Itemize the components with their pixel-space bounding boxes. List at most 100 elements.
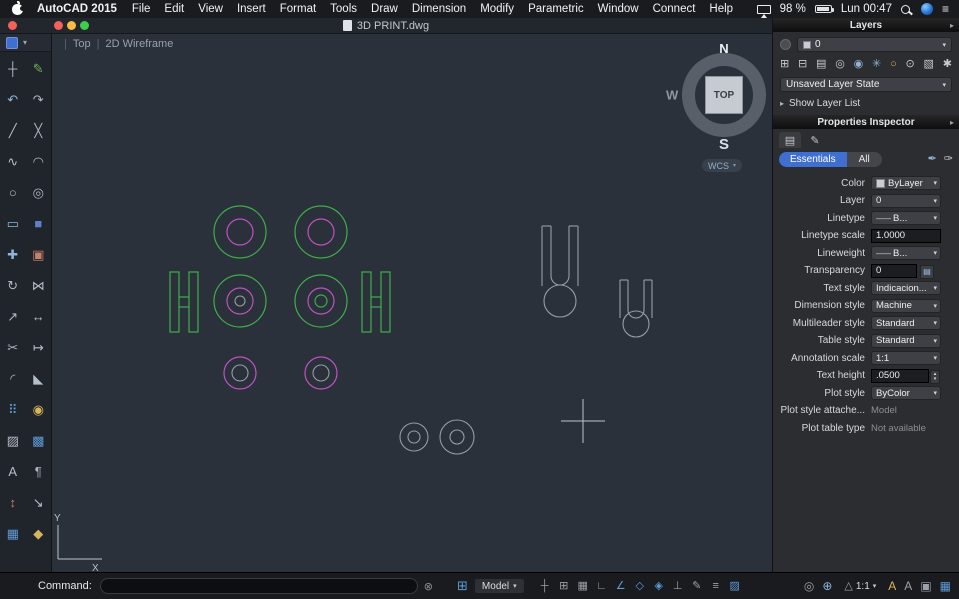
property-value-control[interactable]: 0 ▾ ▤ ▴▾ (871, 263, 934, 279)
hatch-tool-icon[interactable]: ▨ (3, 430, 23, 450)
menu-item[interactable]: Tools (323, 3, 364, 15)
spline-tool-icon[interactable]: ◠ (28, 151, 48, 171)
property-value-control[interactable]: Model ▾ ▤ ▴▾ (871, 404, 941, 418)
viewcube-south[interactable]: S (719, 136, 729, 153)
clear-command-icon[interactable]: ⊗ (424, 580, 433, 593)
ortho-icon[interactable]: ∟ (594, 578, 610, 594)
menubar-clock[interactable]: Lun 00:47 (841, 3, 892, 15)
spotlight-search-icon[interactable] (900, 4, 910, 14)
dimension-tool-icon[interactable]: ↕ (3, 492, 23, 512)
menu-item[interactable]: Edit (157, 3, 191, 15)
layer-state-dropdown[interactable]: Unsaved Layer State ▾ (780, 77, 952, 92)
globe-icon[interactable] (920, 3, 933, 15)
menu-item[interactable]: Dimension (405, 3, 473, 15)
gradient-tool-icon[interactable]: ▩ (28, 430, 48, 450)
command-input[interactable] (99, 578, 418, 594)
dynamic-ucs-icon[interactable]: ⊥ (670, 578, 686, 594)
property-value-control[interactable]: Machine ▾ ▤ ▴▾ (871, 298, 941, 313)
layers-panel-header[interactable]: Layers ▸ (773, 18, 959, 32)
drawing-canvas[interactable]: | Top | 2D Wireframe Y X N S W TOP WCS ▾ (52, 34, 772, 572)
property-value-control[interactable]: Standard ▾ ▤ ▴▾ (871, 333, 941, 348)
annotation-autoscale-icon[interactable]: A (904, 578, 912, 594)
annotation-scale-dropdown[interactable]: △ 1:1 ▾ (844, 578, 876, 594)
layer-freeze-icon[interactable]: ✳ (872, 57, 881, 71)
copy-tool-icon[interactable]: ▣ (28, 244, 48, 264)
wcs-dropdown[interactable]: WCS ▾ (702, 159, 743, 172)
app-close-button[interactable] (8, 21, 17, 30)
sketch-tool-icon[interactable]: ✎ (28, 58, 48, 78)
property-value-control[interactable]: Indicacion... ▾ ▤ ▴▾ (871, 281, 941, 295)
hardware-acceleration-icon[interactable]: ▦ (940, 578, 951, 594)
tool-palette-header[interactable]: ▾ (0, 34, 51, 52)
layer-color-icon[interactable]: ▧ (924, 57, 934, 71)
window-close-button[interactable] (54, 21, 63, 30)
menu-item[interactable]: Modify (473, 3, 521, 15)
transparency-options-icon[interactable]: ▤ (920, 264, 934, 279)
current-layer-dropdown[interactable]: 0 ▾ (797, 37, 952, 52)
viewport-view-control[interactable]: Top (73, 38, 91, 50)
viewcube[interactable]: N S W E TOP (666, 41, 772, 153)
rectangle-tool-icon[interactable]: ▭ (3, 213, 23, 233)
menu-item[interactable]: Connect (646, 3, 703, 15)
viewport-visual-style-control[interactable]: 2D Wireframe (105, 38, 173, 50)
value-stepper[interactable]: ▴ ▾ (930, 369, 940, 384)
menu-item[interactable]: Draw (364, 3, 405, 15)
polygon-tool-icon[interactable]: ■ (28, 213, 48, 233)
property-value-control[interactable]: ByLayer ▾ ▤ ▴▾ (871, 176, 941, 190)
airplay-icon[interactable] (756, 4, 771, 18)
eyedropper-icon[interactable]: ✑ (944, 153, 953, 167)
property-value-control[interactable]: ByColor ▾ ▤ ▴▾ (871, 386, 941, 400)
polar-tracking-icon[interactable]: ∠ (613, 578, 629, 594)
menu-item[interactable]: View (191, 3, 230, 15)
fillet-tool-icon[interactable]: ◜ (3, 368, 23, 388)
table-tool-icon[interactable]: ▦ (3, 523, 23, 543)
mtext-tool-icon[interactable]: ¶ (28, 461, 48, 481)
line-tool-icon[interactable]: ╱ (3, 120, 23, 140)
property-value-control[interactable]: B... ▾ ▤ ▴▾ (871, 211, 941, 225)
navigation-wheel-icon[interactable]: ◎ (804, 578, 814, 594)
menu-item[interactable]: File (125, 3, 158, 15)
layer-new-icon[interactable]: ⊞ (780, 57, 789, 71)
window-zoom-button[interactable] (80, 21, 89, 30)
layer-delete-icon[interactable]: ⊟ (798, 57, 807, 71)
layer-on-icon[interactable]: ○ (890, 57, 897, 71)
property-value-control[interactable]: 1.0000 ▾ ▤ ▴▾ (871, 228, 941, 243)
magenta-geometry[interactable] (223, 218, 338, 390)
circle-tool-icon[interactable]: ○ (3, 182, 23, 202)
property-value-control[interactable]: 1:1 ▾ ▤ ▴▾ (871, 351, 941, 365)
appearance-tab-icon[interactable]: ✎ (804, 132, 826, 148)
chamfer-tool-icon[interactable]: ◣ (28, 368, 48, 388)
construction-line-icon[interactable]: ╳ (28, 120, 48, 140)
polyline-tool-icon[interactable]: ∿ (3, 151, 23, 171)
menu-item[interactable]: Help (702, 3, 740, 15)
layer-isolate-icon[interactable]: ◎ (835, 57, 845, 71)
leader-tool-icon[interactable]: ↘ (28, 492, 48, 512)
all-tab[interactable]: All (846, 152, 882, 167)
property-value-control[interactable]: Not available ▾ ▤ ▴▾ (871, 421, 941, 435)
viewcube-north[interactable]: N (719, 41, 728, 56)
block-tool-icon[interactable]: ◆ (28, 523, 48, 543)
move-tool-icon[interactable]: ✚ (3, 244, 23, 264)
properties-tab-icon[interactable]: ▤ (779, 132, 801, 148)
properties-panel-header[interactable]: Properties Inspector ▸ (773, 115, 959, 129)
green-geometry[interactable] (169, 205, 391, 333)
extend-tool-icon[interactable]: ↦ (28, 337, 48, 357)
scale-tool-icon[interactable]: ↗ (3, 306, 23, 326)
lineweight-icon[interactable]: ≡ (708, 578, 724, 594)
model-space-dropdown[interactable]: Model ▾ (473, 578, 525, 594)
annotation-monitor-icon[interactable]: ▣ (920, 578, 931, 594)
layout-grid-icon[interactable]: ⊞ (457, 578, 468, 594)
annotation-visibility-icon[interactable]: A (888, 578, 896, 594)
property-value-control[interactable]: 0 ▾ ▤ ▴▾ (871, 193, 941, 208)
grid-icon[interactable]: ▦ (575, 578, 591, 594)
array-tool-icon[interactable]: ⠿ (3, 399, 23, 419)
offset-tool-icon[interactable]: ◉ (28, 399, 48, 419)
viewcube-top-face[interactable]: TOP (705, 76, 743, 114)
trim-tool-icon[interactable]: ✂ (3, 337, 23, 357)
dynamic-input-icon[interactable]: ✎ (689, 578, 705, 594)
property-value-control[interactable]: B... ▾ ▤ ▴▾ (871, 246, 941, 260)
rotate-tool-icon[interactable]: ↻ (3, 275, 23, 295)
zoom-icon[interactable]: ⊕ (822, 578, 832, 594)
undo-icon[interactable]: ↶ (3, 89, 23, 109)
menu-item[interactable]: Insert (230, 3, 273, 15)
